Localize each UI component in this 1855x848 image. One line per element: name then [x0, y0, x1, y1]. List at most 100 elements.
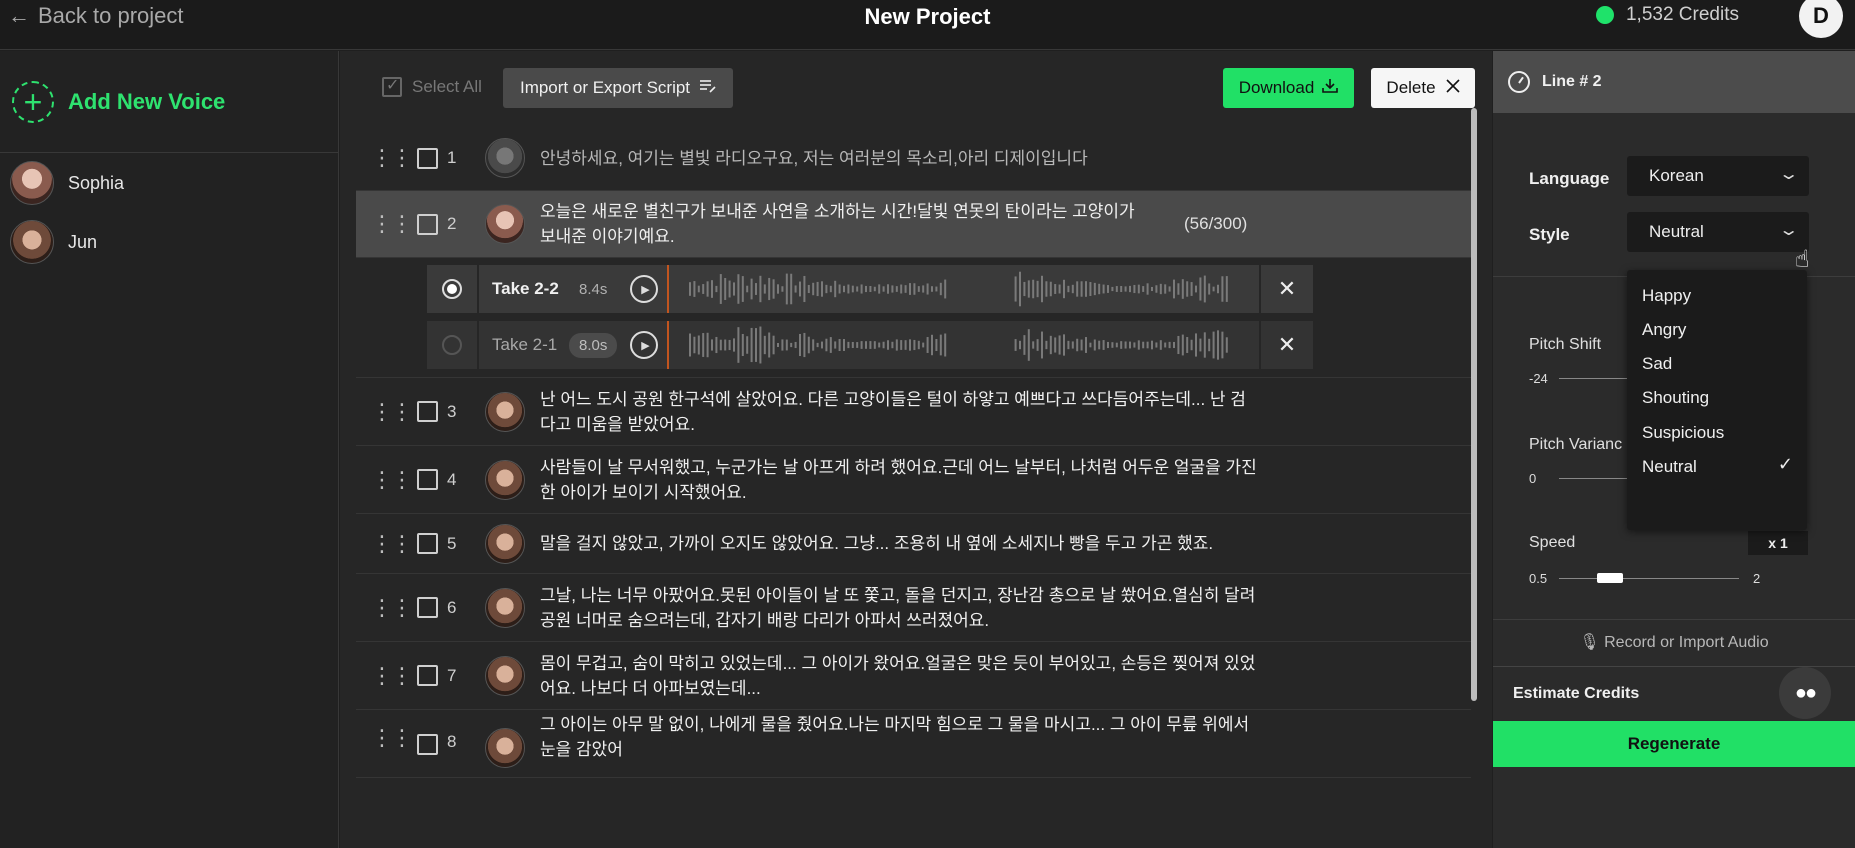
drag-handle-icon[interactable]: ⋮⋮	[371, 400, 413, 422]
line-checkbox[interactable]	[417, 213, 438, 235]
style-option-angry[interactable]: Angry	[1642, 320, 1686, 340]
line-checkbox[interactable]	[417, 401, 438, 422]
divider	[477, 321, 479, 369]
line-title: Line # 2	[1542, 73, 1602, 90]
line-text[interactable]: 난 어느 도시 공원 한구석에 살았어요. 다른 고양이들은 털이 하얗고 예쁘…	[540, 387, 1260, 437]
divider	[477, 265, 479, 313]
record-import-audio-button[interactable]: 🎙 Record or Import Audio	[1493, 632, 1855, 652]
take-row[interactable]: Take 2-2 8.4s ▶ ✕	[427, 265, 1313, 313]
remove-take-button[interactable]: ✕	[1259, 265, 1313, 313]
waveform	[689, 326, 1228, 364]
script-line[interactable]: ⋮⋮ 3 난 어느 도시 공원 한구석에 살았어요. 다른 고양이들은 털이 하…	[356, 378, 1471, 446]
status-dot-icon	[1595, 6, 1614, 24]
speed-slider-thumb[interactable]	[1597, 573, 1623, 583]
takes-panel: Take 2-2 8.4s ▶ ✕ Take 2-1 8.0s ▶ ✕	[356, 258, 1471, 378]
drag-handle-icon[interactable]: ⋮⋮	[371, 213, 413, 235]
drag-handle-icon[interactable]: ⋮⋮	[371, 532, 413, 554]
take-duration: 8.0s	[569, 332, 618, 358]
playhead-marker	[667, 265, 669, 313]
pitch-shift-label: Pitch Shift	[1529, 336, 1602, 353]
line-number: 3	[447, 401, 457, 421]
regenerate-button[interactable]: Regenerate	[1493, 721, 1855, 767]
add-new-voice-button[interactable]: + Add New Voice	[0, 51, 338, 153]
line-checkbox[interactable]	[417, 469, 438, 490]
line-text[interactable]: 오늘은 새로운 별친구가 보내준 사연을 소개하는 시간!달빛 연못의 탄이라는…	[540, 199, 1150, 249]
waveform	[689, 271, 1228, 307]
page-title: New Project	[864, 4, 991, 29]
script-line[interactable]: ⋮⋮ 6 그날, 나는 너무 아팠어요.못된 아이들이 날 또 쫓고, 돌을 던…	[356, 574, 1471, 642]
style-option-neutral[interactable]: Neutral	[1642, 457, 1697, 477]
style-option-suspicious[interactable]: Suspicious	[1642, 423, 1724, 443]
voice-name: Jun	[68, 231, 98, 252]
line-text[interactable]: 말을 걸지 않았고, 가까이 오지도 않았어요. 그냥... 조용히 내 옆에 …	[540, 531, 1260, 556]
import-export-script-button[interactable]: Import or Export Script	[503, 68, 733, 108]
drag-handle-icon[interactable]: ⋮⋮	[371, 727, 413, 749]
play-icon[interactable]: ▶	[630, 275, 658, 303]
divider	[1493, 619, 1855, 620]
take-duration: 8.4s	[579, 280, 608, 298]
select-all-checkbox[interactable]: Select All	[382, 75, 482, 97]
speed-value: x 1	[1748, 531, 1808, 555]
avatar	[10, 161, 54, 205]
pitch-variance-label: Pitch Varianc	[1529, 436, 1623, 453]
style-option-happy[interactable]: Happy	[1642, 286, 1691, 306]
play-icon[interactable]: ▶	[630, 331, 658, 359]
take-radio-selected[interactable]	[442, 279, 462, 299]
avatar	[485, 391, 525, 432]
line-number: 5	[447, 533, 457, 553]
take-row[interactable]: Take 2-1 8.0s ▶ ✕	[427, 321, 1313, 369]
line-checkbox[interactable]	[417, 665, 438, 686]
line-header: Line # 2	[1493, 51, 1855, 113]
line-text[interactable]: 사람들이 날 무서워했고, 누군가는 날 아프게 하려 했어요.근데 어느 날부…	[540, 455, 1260, 505]
drag-handle-icon[interactable]: ⋮⋮	[371, 664, 413, 686]
avatar	[485, 587, 525, 628]
language-value: Korean	[1649, 166, 1704, 185]
line-text[interactable]: 몸이 무겁고, 숨이 막히고 있었는데... 그 아이가 왔어요.얼굴은 맞은 …	[540, 651, 1260, 701]
download-button[interactable]: Download	[1223, 68, 1354, 108]
style-value: Neutral	[1649, 222, 1704, 241]
checkbox-icon	[382, 75, 402, 97]
remove-take-button[interactable]: ✕	[1259, 321, 1313, 369]
style-option-sad[interactable]: Sad	[1642, 354, 1672, 374]
drag-handle-icon[interactable]: ⋮⋮	[371, 147, 413, 169]
avatar	[485, 204, 525, 244]
take-radio[interactable]	[442, 335, 462, 355]
user-avatar[interactable]: D	[1799, 0, 1843, 38]
line-number: 8	[447, 732, 457, 751]
line-checkbox[interactable]	[417, 533, 438, 554]
eyes-icon[interactable]: ●●	[1779, 667, 1831, 719]
take-name: Take 2-2	[492, 279, 559, 298]
line-checkbox[interactable]	[417, 597, 438, 618]
script-line[interactable]: ⋮⋮ 4 사람들이 날 무서워했고, 누군가는 날 아프게 하려 했어요.근데 …	[356, 446, 1471, 514]
voice-sidebar: + Add New Voice Sophia Jun	[0, 51, 339, 848]
script-line[interactable]: ⋮⋮ 1 안녕하세요, 여기는 별빛 라디오구요, 저는 여러분의 목소리,아리…	[356, 126, 1471, 191]
language-select[interactable]: Korean ⌄	[1627, 156, 1809, 196]
plus-circle-icon: +	[12, 80, 54, 123]
avatar	[485, 728, 525, 768]
line-checkbox[interactable]	[417, 734, 438, 755]
avatar	[485, 459, 525, 500]
voice-item-jun[interactable]: Jun	[0, 207, 338, 277]
script-line[interactable]: ⋮⋮ 7 몸이 무겁고, 숨이 막히고 있었는데... 그 아이가 왔어요.얼굴…	[356, 642, 1471, 710]
line-text[interactable]: 그날, 나는 너무 아팠어요.못된 아이들이 날 또 쫓고, 돌을 던지고, 장…	[540, 583, 1260, 633]
line-number: 2	[447, 214, 457, 233]
script-line[interactable]: ⋮⋮ 8 그 아이는 아무 말 없이, 나에게 물을 줬어요.나는 마지막 힘으…	[356, 710, 1471, 778]
drag-handle-icon[interactable]: ⋮⋮	[371, 468, 413, 490]
line-checkbox[interactable]	[417, 147, 438, 169]
hand-cursor-icon: ☝	[1795, 246, 1810, 273]
drag-handle-icon[interactable]: ⋮⋮	[371, 596, 413, 618]
script-line-selected[interactable]: ⋮⋮ 2 오늘은 새로운 별친구가 보내준 사연을 소개하는 시간!달빛 연못의…	[356, 191, 1471, 258]
scrollbar[interactable]	[1471, 108, 1477, 701]
delete-button[interactable]: Delete	[1371, 68, 1475, 108]
select-all-label: Select All	[412, 77, 482, 96]
style-select[interactable]: Neutral ⌄	[1627, 212, 1809, 252]
style-option-shouting[interactable]: Shouting	[1642, 388, 1709, 408]
line-text[interactable]: 안녕하세요, 여기는 별빛 라디오구요, 저는 여러분의 목소리,아리 디제이입…	[540, 146, 1260, 171]
speed-label: Speed	[1529, 534, 1576, 551]
speed-slider[interactable]	[1559, 578, 1739, 579]
credits-indicator: 1,532 Credits	[1595, 4, 1739, 26]
script-line[interactable]: ⋮⋮ 5 말을 걸지 않았고, 가까이 오지도 않았어요. 그냥... 조용히 …	[356, 514, 1471, 574]
script-lines-list: ⋮⋮ 1 안녕하세요, 여기는 별빛 라디오구요, 저는 여러분의 목소리,아리…	[356, 126, 1471, 848]
line-text[interactable]: 그 아이는 아무 말 없이, 나에게 물을 줬어요.나는 마지막 힘으로 그 물…	[540, 712, 1260, 762]
take-name: Take 2-1	[492, 335, 558, 354]
